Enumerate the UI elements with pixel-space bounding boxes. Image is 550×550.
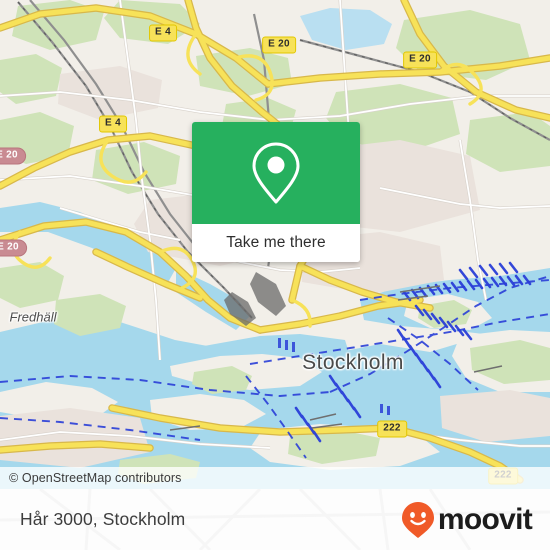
- moovit-pin-icon: [401, 501, 434, 538]
- moovit-wordmark: moovit: [437, 502, 533, 536]
- footer-bar: Hår 3000, Stockholm moovit: [0, 489, 550, 550]
- map-attribution-bar: © OpenStreetMap contributors: [0, 467, 550, 489]
- moovit-logo[interactable]: moovit: [401, 501, 533, 539]
- road-shield-222-left[interactable]: 222: [377, 420, 407, 438]
- map-label-stockholm: Stockholm: [302, 351, 404, 374]
- road-shield-e20-north[interactable]: E 20: [262, 36, 296, 54]
- footer-content: Hår 3000, Stockholm moovit: [0, 489, 550, 550]
- card-icon-area: [192, 122, 360, 224]
- road-shield-e20-westedge-upper[interactable]: E 20: [0, 147, 26, 165]
- road-shield-e4-west[interactable]: E 4: [99, 115, 127, 133]
- map-pin-icon: [252, 142, 300, 204]
- take-me-there-card[interactable]: Take me there: [192, 122, 360, 262]
- moovit-place-card-screen: Stockholm Fredhäll E 4 E 20 E 20 E 4 E 2…: [0, 0, 550, 550]
- road-shield-e4-north[interactable]: E 4: [149, 24, 177, 42]
- card-cta-area[interactable]: Take me there: [192, 224, 360, 262]
- road-shield-e20-westedge-lower[interactable]: E 20: [0, 239, 27, 257]
- place-title: Hår 3000, Stockholm: [20, 509, 186, 529]
- map-label-fredhall: Fredhäll: [9, 309, 57, 325]
- take-me-there-label: Take me there: [226, 234, 326, 251]
- osm-attribution-text[interactable]: © OpenStreetMap contributors: [0, 471, 182, 485]
- road-shield-e20-northeast[interactable]: E 20: [403, 51, 437, 69]
